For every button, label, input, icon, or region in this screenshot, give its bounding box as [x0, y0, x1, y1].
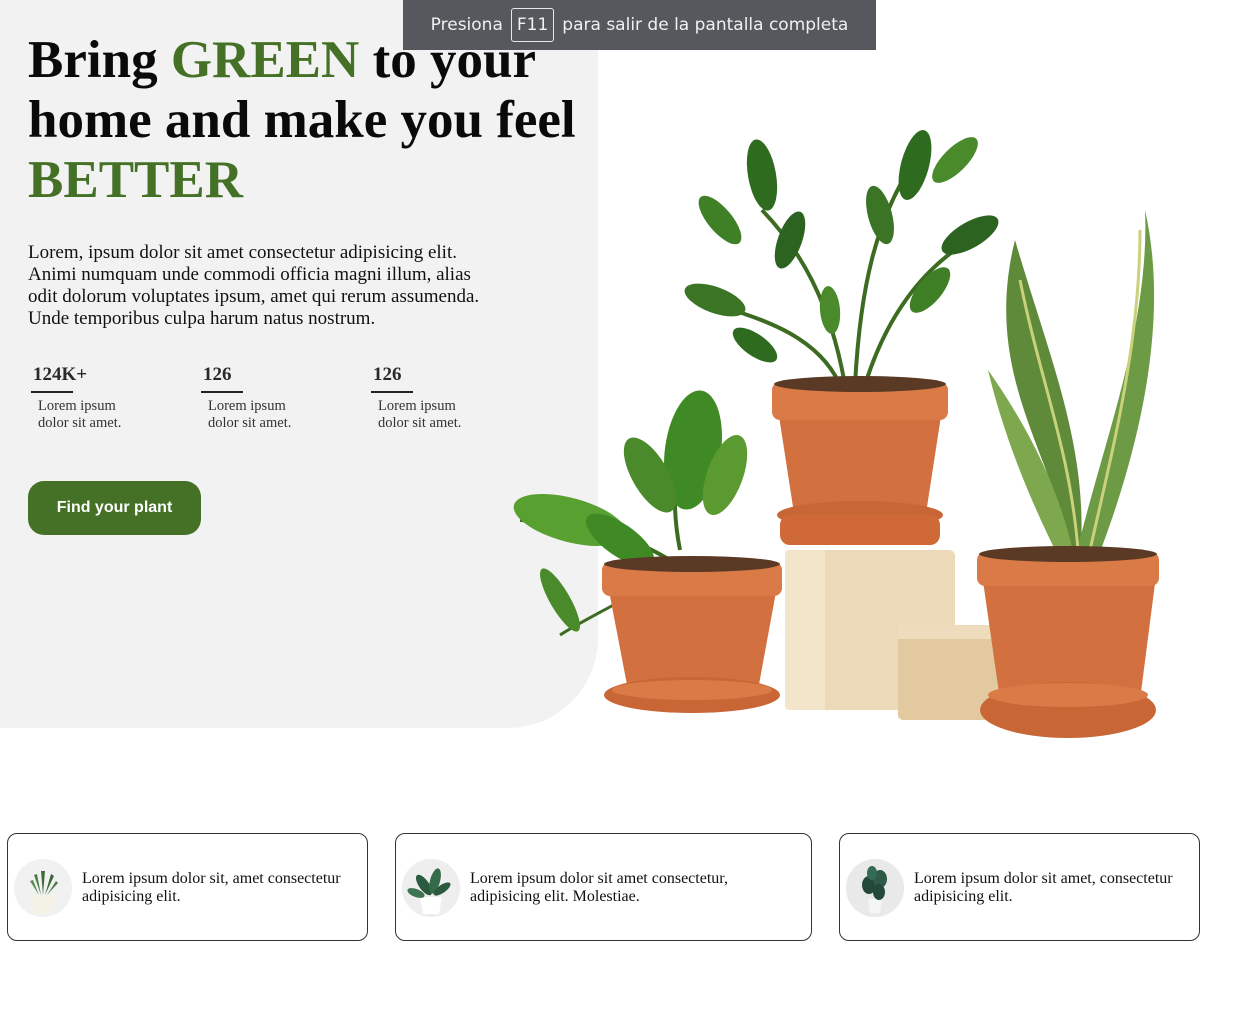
- notice-suffix: para salir de la pantalla completa: [562, 15, 849, 35]
- stat-value: 126: [373, 364, 402, 385]
- find-your-plant-button[interactable]: Find your plant: [28, 481, 201, 535]
- leafy-plant-icon: [402, 859, 460, 917]
- fiddle-leaf-plant-icon: [846, 859, 904, 917]
- stat-label: Lorem ipsum dolor sit amet.: [378, 398, 462, 431]
- succulent-plant-icon: [14, 859, 72, 917]
- right-snake-plant: [988, 210, 1155, 565]
- feature-text: Lorem ipsum dolor sit amet consectetur, …: [470, 870, 728, 905]
- potted-plants-illustration: [513, 130, 1159, 738]
- f11-key-badge: F11: [510, 8, 555, 42]
- stat-item: 124K+ Lorem ipsum dolor sit amet.: [28, 364, 158, 431]
- left-pot: [602, 556, 782, 713]
- hero-intro-text: Lorem, ipsum dolor sit amet consectetur …: [28, 242, 480, 329]
- stat-label: Lorem ipsum dolor sit amet.: [38, 398, 122, 431]
- stat-value: 124K+: [33, 364, 88, 385]
- feature-text: Lorem ipsum dolor sit, amet consectetur …: [82, 870, 341, 905]
- fullscreen-notice: Presiona F11 para salir de la pantalla c…: [403, 0, 876, 50]
- stat-item: 126 Lorem ipsum dolor sit amet.: [368, 364, 498, 431]
- feature-card: Lorem ipsum dolor sit, amet consectetur …: [7, 833, 368, 941]
- right-pot: [977, 546, 1159, 738]
- headline-part-1: Bring: [28, 31, 171, 89]
- feature-text: Lorem ipsum dolor sit amet, consectetur …: [914, 870, 1173, 905]
- stat-value: 126: [203, 364, 232, 385]
- feature-card: Lorem ipsum dolor sit amet, consectetur …: [839, 833, 1200, 941]
- stat-underline: [201, 391, 243, 393]
- center-plant-leaves: [684, 130, 999, 386]
- feature-card: Lorem ipsum dolor sit amet consectetur, …: [395, 833, 812, 941]
- stat-label: Lorem ipsum dolor sit amet.: [208, 398, 292, 431]
- headline-accent-better: BETTER: [28, 151, 244, 209]
- stat-underline: [371, 391, 413, 393]
- stat-underline: [31, 391, 73, 393]
- stat-item: 126 Lorem ipsum dolor sit amet.: [198, 364, 328, 431]
- headline-accent-green: GREEN: [170, 31, 360, 89]
- notice-prefix: Presiona: [430, 15, 503, 35]
- center-pot: [772, 376, 948, 545]
